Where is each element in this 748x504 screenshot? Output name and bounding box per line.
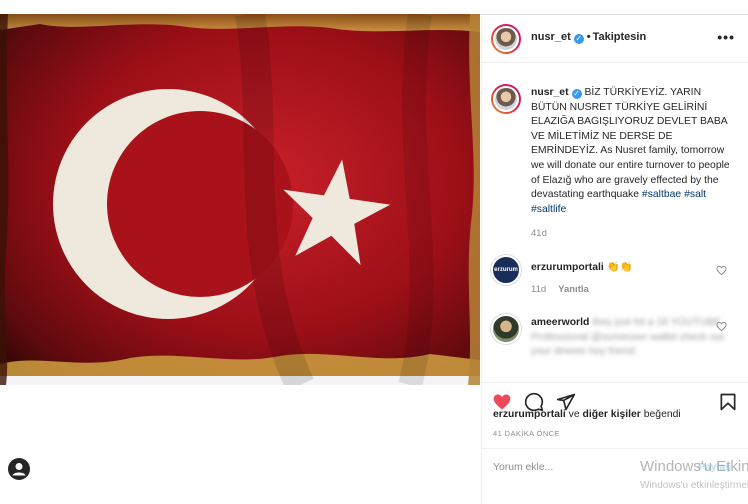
commenter-avatar[interactable]: erzurum [491,255,521,285]
comment-timestamp[interactable]: 11d [531,284,546,295]
bookmark-icon[interactable] [718,392,738,412]
post-sidebar: nusr_et ✓ • Takiptesin ••• nusr_et ✓ BİZ TÜR… [481,14,748,504]
caption-body: BİZ TÜRKİYEYİZ. YARIN BÜTÜN NUSRET TÜRKİ… [531,87,730,201]
comment-item: erzurumportali 👏👏 [531,260,633,273]
other-likers-link[interactable]: diğer kişiler [583,409,641,420]
post-header: nusr_et ✓ • Takiptesin ••• [482,14,748,63]
comment-item: ameerworld they just hit a 18 YOUTUBE Pr… [531,316,736,360]
reply-button[interactable]: Yanıtla [558,284,589,295]
hashtag[interactable]: #saltbae [642,189,681,200]
author-username[interactable]: nusr_et [531,31,571,43]
empty-area [0,385,480,504]
activation-watermark-subtitle: Windows'u etkinleştirmek için Ayarlar'a … [640,480,748,491]
liker-username[interactable]: erzurumportali [493,409,566,420]
caption-username[interactable]: nusr_et [531,87,569,98]
comment-username[interactable]: ameerworld [531,317,589,328]
comment-like-icon[interactable] [716,265,727,276]
caption-timestamp[interactable]: 41d [531,228,547,239]
activation-watermark-title: Windows'u Etkinleştir [640,458,748,475]
likes-connector: ve [568,409,580,420]
follow-status[interactable]: Takiptesin [593,31,647,43]
verified-badge-icon: ✓ [573,34,584,44]
post-image[interactable] [0,14,480,385]
hashtag[interactable]: #salt [684,189,706,200]
author-line: nusr_et ✓ • Takiptesin [531,31,646,44]
caption-avatar[interactable] [491,84,521,114]
comment-like-icon[interactable] [716,321,727,332]
post-timestamp[interactable]: 41 DAKİKA ÖNCE [493,429,560,438]
verified-badge-icon: ✓ [571,89,582,99]
likes-suffix: beğendi [643,409,681,420]
commenter-avatar[interactable] [491,314,521,344]
separator-dot: • [586,31,591,43]
author-avatar[interactable] [491,24,521,54]
comment-composer: Paylaş [482,448,748,504]
comments-list[interactable]: nusr_et ✓ BİZ TÜRKİYEYİZ. YARIN BÜTÜN NUS… [482,64,748,382]
turkish-flag-image [0,14,480,385]
caption: nusr_et ✓ BİZ TÜRKİYEYİZ. YARIN BÜTÜN NUS… [531,86,736,217]
profile-icon[interactable] [8,458,30,480]
more-options-icon[interactable]: ••• [717,29,735,45]
comment-text: 👏👏 [606,262,633,273]
likes-summary: erzurumportali ve diğer kişiler beğendi [493,409,681,420]
hashtag[interactable]: #saltlife [531,204,566,215]
comment-username[interactable]: erzurumportali [531,262,604,273]
comment-meta: 11d Yanıtla [531,284,601,295]
